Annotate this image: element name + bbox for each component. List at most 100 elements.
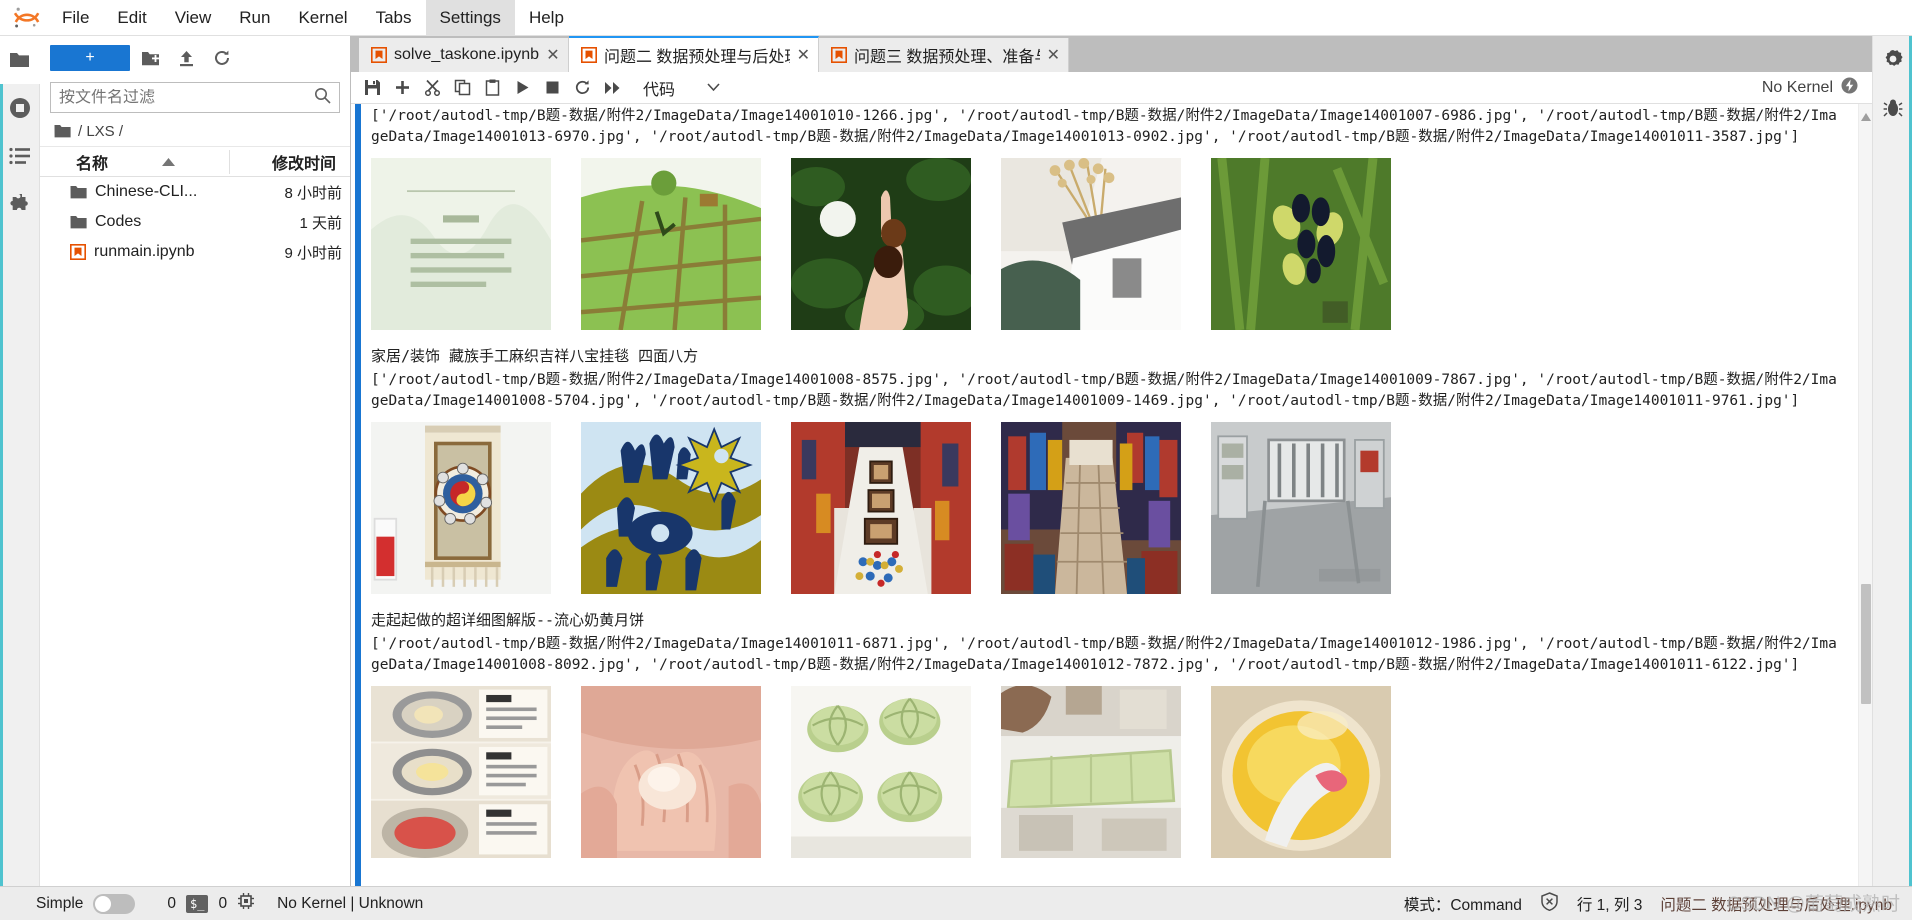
img-book-cover-green — [371, 158, 551, 330]
bug-icon[interactable] — [1873, 84, 1912, 132]
file-list-header: 名称 修改时间 — [40, 147, 350, 177]
menu-tabs[interactable]: Tabs — [362, 0, 426, 36]
notebook-icon — [70, 244, 86, 260]
img-craft-market-table — [791, 422, 971, 594]
img-pastry-steps — [371, 686, 551, 858]
column-header-modified[interactable]: 修改时间 — [230, 150, 342, 174]
notebook-panel: solve_taskone.ipynb ✕ 问题二 数据预处理与后处理.i ✕ … — [351, 36, 1872, 886]
file-filter-input[interactable] — [59, 88, 314, 107]
cell-output-area: ['/root/autodl-tmp/B题-数据/附件2/ImageData/I… — [361, 104, 1858, 886]
list-item[interactable]: runmain.ipynb 9 小时前 — [40, 237, 350, 267]
shield-x-icon[interactable] — [1540, 891, 1559, 916]
current-file-name: 问题二 数据预处理与后处理.ipynb — [1660, 896, 1892, 914]
refresh-icon[interactable] — [206, 44, 238, 72]
menu-help[interactable]: Help — [515, 0, 578, 36]
file-list: Chinese-CLI... 8 小时前 Codes 1 天前 runmain.… — [40, 177, 350, 886]
terminal-count: 0 — [218, 894, 228, 912]
upload-icon[interactable] — [170, 44, 202, 72]
img-hands-dough — [581, 686, 761, 858]
tab-solve-taskone[interactable]: solve_taskone.ipynb ✕ — [359, 38, 569, 72]
file-modified-cell: 9 小时前 — [284, 244, 342, 262]
status-bar-left: Simple 0 $_ 0 No Kernel | Unknown — [10, 892, 423, 915]
file-filter-wrapper — [40, 76, 350, 117]
close-icon[interactable]: ✕ — [546, 45, 560, 65]
simple-mode-toggle[interactable] — [93, 893, 136, 914]
kernel-status[interactable]: No Kernel — [1762, 77, 1872, 99]
running-terminals-icon[interactable] — [0, 84, 40, 132]
menu-file[interactable]: File — [48, 0, 103, 36]
scroll-up-icon[interactable] — [1861, 108, 1871, 121]
insert-cell-button[interactable] — [387, 74, 417, 102]
editor-mode: 模式：Command — [1404, 893, 1522, 915]
cut-cell-button[interactable] — [417, 74, 447, 102]
kernel-name-label: No Kernel — [1761, 78, 1833, 96]
file-name-cell: runmain.ipynb — [48, 243, 234, 261]
tab-wenti-san[interactable]: 问题三 数据预处理、准备与后 ✕ — [818, 38, 1069, 72]
new-launcher-button[interactable]: + — [50, 45, 130, 71]
run-cell-button[interactable] — [507, 74, 537, 102]
restart-kernel-button[interactable] — [567, 74, 597, 102]
file-name-label: Codes — [95, 213, 142, 230]
file-name-label: runmain.ipynb — [94, 243, 195, 260]
main-area: + / LXS / — [0, 36, 1912, 886]
list-item[interactable]: Chinese-CLI... 8 小时前 — [40, 177, 350, 207]
output-text: ['/root/autodl-tmp/B题-数据/附件2/ImageData/I… — [371, 108, 1837, 145]
folder-icon — [70, 185, 87, 200]
status-bar: Simple 0 $_ 0 No Kernel | Unknown 模式：Com… — [0, 886, 1912, 920]
column-header-name[interactable]: 名称 — [48, 149, 230, 174]
notebook-cell: ['/root/autodl-tmp/B题-数据/附件2/ImageData/I… — [351, 104, 1858, 886]
tab-label: solve_taskone.ipynb — [394, 46, 539, 63]
tab-label: 问题二 数据预处理与后处理.i — [603, 49, 790, 66]
paste-cell-button[interactable] — [477, 74, 507, 102]
file-name-cell: Codes — [48, 213, 234, 231]
copy-cell-button[interactable] — [447, 74, 477, 102]
notebook-content: ['/root/autodl-tmp/B题-数据/附件2/ImageData/I… — [351, 104, 1872, 886]
breadcrumb[interactable]: / LXS / — [40, 117, 350, 147]
menu-edit[interactable]: Edit — [103, 0, 160, 36]
close-icon[interactable]: ✕ — [797, 45, 810, 65]
restart-run-all-button[interactable] — [597, 74, 627, 102]
file-modified-cell: 1 天前 — [299, 214, 342, 232]
left-activity-bar — [0, 36, 41, 886]
scrollbar-thumb[interactable] — [1861, 584, 1871, 704]
breadcrumb-path: / LXS / — [78, 123, 124, 140]
extension-manager-icon[interactable] — [0, 180, 40, 228]
notebook-scrollbar[interactable] — [1858, 104, 1872, 886]
file-name-label: Chinese-CLI... — [95, 183, 198, 200]
menu-settings[interactable]: Settings — [425, 0, 515, 36]
gear-icon[interactable] — [1873, 36, 1912, 84]
save-button[interactable] — [357, 74, 387, 102]
close-icon[interactable]: ✕ — [1047, 45, 1060, 65]
file-modified-cell: 8 小时前 — [284, 184, 342, 202]
menu-run[interactable]: Run — [225, 0, 284, 36]
chip-icon — [237, 892, 255, 915]
notebook-icon — [371, 47, 387, 63]
output-image-row — [371, 414, 1858, 604]
output-title: 走起起做的超详细图解版--流心奶黄月饼 — [371, 611, 645, 629]
img-blue-yellow-batik — [581, 422, 761, 594]
terminal-icon: $_ — [186, 894, 209, 913]
img-textile-bazaar — [1001, 422, 1181, 594]
kernel-status-text[interactable]: No Kernel | Unknown — [277, 895, 423, 913]
cell-type-value: 代码 — [643, 81, 676, 99]
img-egg-yolk-bowl — [1211, 686, 1391, 858]
output-image-row — [371, 678, 1858, 868]
editor-mode-value: Command — [1450, 896, 1522, 914]
right-activity-bar — [1872, 36, 1912, 886]
list-item[interactable]: Codes 1 天前 — [40, 207, 350, 237]
menu-kernel[interactable]: Kernel — [284, 0, 361, 36]
table-of-contents-icon[interactable] — [0, 132, 40, 180]
img-green-field-map — [581, 158, 761, 330]
interrupt-kernel-button[interactable] — [537, 74, 567, 102]
tab-wenti-er[interactable]: 问题二 数据预处理与后处理.i ✕ — [568, 36, 819, 72]
menu-view[interactable]: View — [161, 0, 226, 36]
new-folder-icon[interactable] — [134, 44, 166, 72]
tab-label: 问题三 数据预处理、准备与后 — [853, 49, 1040, 66]
file-filter-box[interactable] — [50, 82, 340, 113]
output-text: ['/root/autodl-tmp/B题-数据/附件2/ImageData/I… — [371, 372, 1837, 409]
file-browser-icon[interactable] — [0, 36, 41, 84]
file-browser-toolbar: + — [40, 36, 350, 76]
cell-type-select[interactable]: 代码 — [637, 75, 726, 101]
status-bar-right: 模式：Command 行 1, 列 3 问题二 数据预处理与后处理.ipynb — [1404, 891, 1902, 916]
search-icon — [314, 87, 331, 109]
